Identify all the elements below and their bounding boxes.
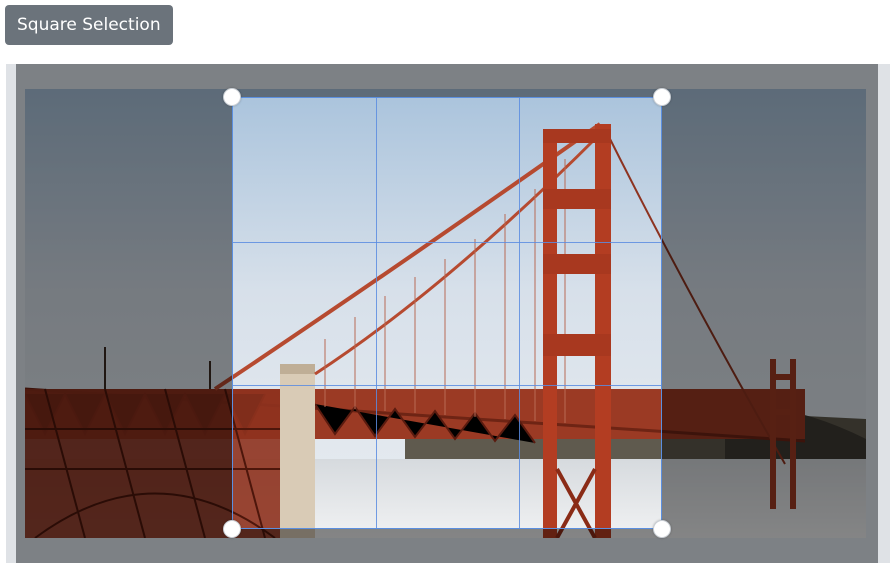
square-selection-button[interactable]: Square Selection xyxy=(5,5,173,45)
crop-handle-bottom-left[interactable] xyxy=(223,520,241,538)
crop-handle-top-right[interactable] xyxy=(653,88,671,106)
crop-handle-bottom-right[interactable] xyxy=(653,520,671,538)
grid-line-vertical-1 xyxy=(376,98,377,528)
grid-line-vertical-2 xyxy=(519,98,520,528)
crop-selection[interactable] xyxy=(232,97,662,529)
grid-line-horizontal-1 xyxy=(233,242,661,243)
grid-line-horizontal-2 xyxy=(233,385,661,386)
crop-handle-top-left[interactable] xyxy=(223,88,241,106)
toolbar: Square Selection xyxy=(5,5,173,45)
